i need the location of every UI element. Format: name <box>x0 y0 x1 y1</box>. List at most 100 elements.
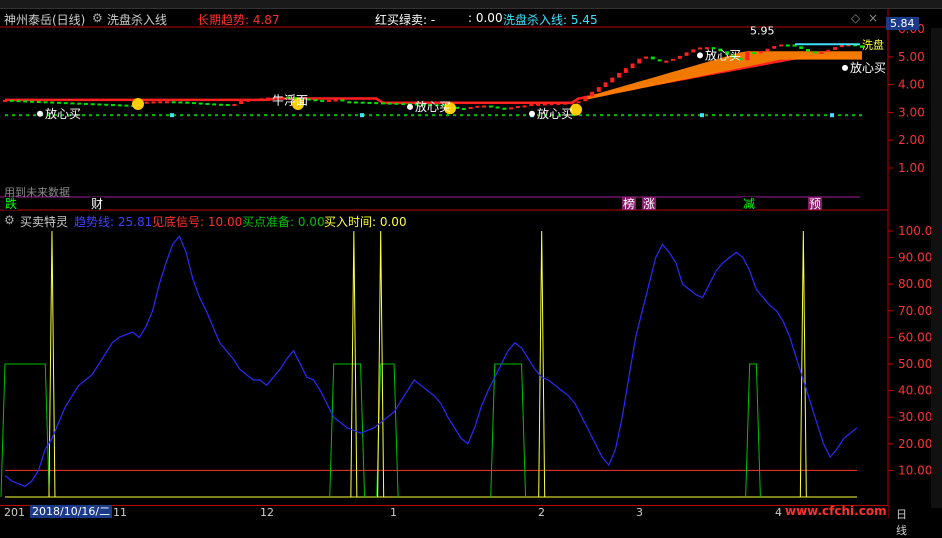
candle-115 <box>779 44 784 47</box>
candle-74 <box>502 107 507 110</box>
dotted-green <box>12 114 15 117</box>
candle-123 <box>833 47 838 50</box>
watermark: www.cfchi.com <box>785 504 887 518</box>
dotted-green <box>376 114 379 117</box>
dotted-green <box>733 114 736 117</box>
candle-56 <box>380 102 385 105</box>
indicator2-name[interactable]: 买卖特灵 <box>20 213 68 230</box>
dotted-green <box>33 114 36 117</box>
candle-92 <box>623 68 628 73</box>
candle-32 <box>218 103 223 106</box>
dotted-green <box>684 114 687 117</box>
settings-icon-2[interactable]: ⚙ <box>4 213 15 227</box>
cyan-dot-1 <box>360 113 364 118</box>
dotted-green <box>488 114 491 117</box>
candle-94 <box>637 58 642 64</box>
period-label[interactable]: 日线 <box>896 506 907 538</box>
price-chart: 6.005.004.003.002.001.00洗盘放心买放心买放心买放心买放心… <box>0 9 932 518</box>
dotted-green <box>586 114 589 117</box>
cyan-dot-3 <box>700 113 704 118</box>
ready-pulse-3 <box>490 363 527 498</box>
dotted-green <box>747 114 750 117</box>
dotted-green <box>138 114 141 117</box>
dotted-green <box>502 114 505 117</box>
dotted-green <box>453 114 456 117</box>
candle-49 <box>333 99 338 102</box>
candle-16 <box>110 104 115 107</box>
dotted-green <box>726 114 729 117</box>
dotted-green <box>418 114 421 117</box>
candle-25 <box>171 101 176 104</box>
dotted-green <box>236 114 239 117</box>
candle-47 <box>320 99 325 102</box>
candle-73 <box>495 106 500 109</box>
fangxin-label-2: 放心买 <box>537 106 573 121</box>
dotted-green <box>404 114 407 117</box>
wash-line-tag: 洗盘 <box>862 37 884 51</box>
dotted-green <box>327 114 330 117</box>
candle-4 <box>29 100 34 103</box>
date-axis: 201 11 12 1 2 3 4 www.cfchi.com 日线 <box>0 504 907 537</box>
buy-pulse-3 <box>538 230 546 498</box>
ready-pulse-2 <box>376 363 399 498</box>
candle-78 <box>529 104 534 107</box>
dotted-green <box>474 114 477 117</box>
dotted-green <box>789 114 792 117</box>
dotted-green <box>383 114 386 117</box>
candle-12 <box>83 102 88 105</box>
candle-2 <box>16 100 21 103</box>
price-tick-5: 1.00 <box>898 161 925 175</box>
dotted-green <box>390 114 393 117</box>
ind-tick-6: 40.00 <box>898 384 932 398</box>
dotted-green <box>495 114 498 117</box>
candle-96 <box>650 56 655 60</box>
candle-24 <box>164 101 169 104</box>
dotted-green <box>271 114 274 117</box>
dotted-green <box>243 114 246 117</box>
buy-time-label: 买入时间: 0.00 <box>324 215 407 229</box>
buy-pulse-0 <box>48 230 56 498</box>
candle-14 <box>97 103 102 106</box>
date-label-0: 201 <box>4 506 25 519</box>
candle-86 <box>583 96 588 102</box>
candle-72 <box>488 105 493 108</box>
dotted-green <box>26 114 29 117</box>
date-label-4: 2 <box>538 506 545 519</box>
candle-3 <box>23 100 28 103</box>
cyan-dot-0 <box>170 113 174 118</box>
dotted-green <box>656 114 659 117</box>
candle-99 <box>671 58 676 61</box>
ind-tick-0: 100.0 <box>898 224 932 238</box>
candle-75 <box>509 107 514 110</box>
dotted-green <box>481 114 484 117</box>
fangxin-dot-1 <box>407 103 413 110</box>
dotted-green <box>313 114 316 117</box>
candle-57 <box>387 102 392 105</box>
candle-100 <box>677 55 682 59</box>
right-side-strip[interactable] <box>931 28 942 508</box>
candle-90 <box>610 77 615 83</box>
candle-0 <box>3 99 7 102</box>
dotted-green <box>859 114 862 117</box>
price-tick-2: 4.00 <box>898 78 925 92</box>
dotted-green <box>215 114 218 117</box>
dotted-green <box>145 114 148 117</box>
candle-110 <box>745 52 750 61</box>
dotted-green <box>19 114 22 117</box>
date-label-5: 3 <box>636 506 643 519</box>
candle-114 <box>772 46 777 49</box>
candle-87 <box>590 91 595 97</box>
dotted-green <box>103 114 106 117</box>
dotted-green <box>607 114 610 117</box>
candle-8 <box>56 101 61 104</box>
dotted-green <box>425 114 428 117</box>
candle-98 <box>664 60 669 63</box>
candle-85 <box>576 101 581 104</box>
candle-118 <box>799 46 804 49</box>
price-badge: 5.84 <box>886 17 919 30</box>
candle-48 <box>326 100 331 103</box>
candle-26 <box>178 101 183 104</box>
dotted-green <box>222 114 225 117</box>
candle-35 <box>239 100 244 104</box>
candle-11 <box>77 102 82 105</box>
